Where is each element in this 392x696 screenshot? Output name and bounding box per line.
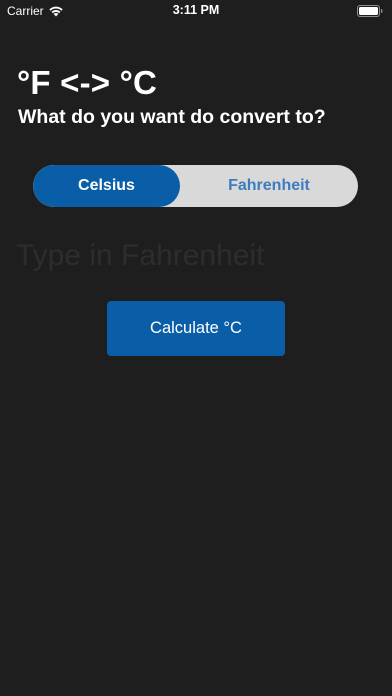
status-bar: Carrier 3:11 PM — [0, 0, 392, 22]
page-subtitle: What do you want do convert to? — [18, 106, 326, 128]
segment-celsius[interactable]: Celsius — [33, 165, 180, 207]
status-time: 3:11 PM — [172, 3, 220, 17]
battery-icon — [357, 5, 383, 17]
fahrenheit-input[interactable] — [16, 236, 356, 276]
page-title: °F <-> °C — [17, 64, 158, 101]
calculate-button[interactable]: Calculate °C — [107, 301, 285, 356]
segment-fahrenheit[interactable]: Fahrenheit — [180, 165, 358, 207]
unit-segmented-control: Fahrenheit Celsius — [33, 165, 358, 207]
